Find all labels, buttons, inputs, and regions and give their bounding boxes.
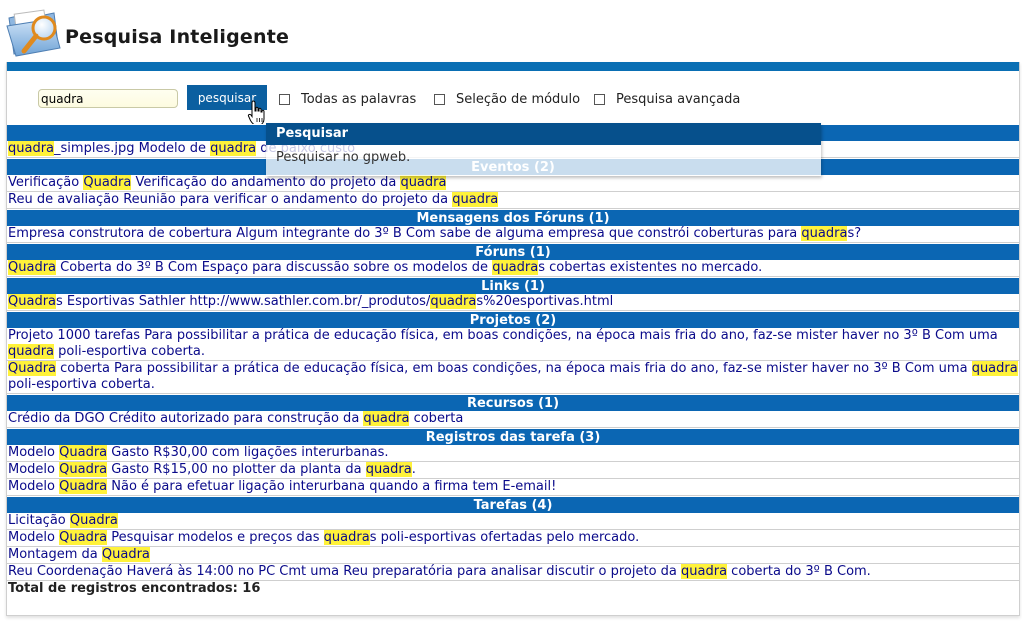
option-all-words-label: Todas as palavras — [301, 91, 417, 107]
result-row[interactable]: Projeto 1000 tarefas Para possibilitar a… — [7, 328, 1019, 361]
result-text: Reu de avaliação Reunião para verificar … — [8, 192, 453, 207]
checkbox-module-selection[interactable] — [434, 93, 445, 105]
page-header: Pesquisa Inteligente — [0, 0, 1022, 62]
result-text: s Esportivas Sathler http://www.sathler.… — [56, 294, 431, 309]
section-header: Links (1) — [7, 277, 1019, 294]
result-text: Gasto R$15,00 no plotter da planta da — [107, 462, 366, 477]
result-text: Verificação — [8, 175, 84, 190]
result-text: Modelo — [8, 530, 60, 545]
section-header: Mensagens dos Fóruns (1) — [7, 209, 1019, 226]
result-row[interactable]: Modelo Quadra Não é para efetuar ligação… — [7, 479, 1019, 496]
result-text: s poli-esportivas ofertadas pelo mercado… — [369, 530, 640, 545]
result-text: Modelo — [8, 462, 60, 477]
result-row[interactable]: Modelo Quadra Gasto R$30,00 com ligações… — [7, 445, 1019, 462]
search-input[interactable] — [38, 89, 178, 108]
highlighted-term: quadra — [365, 462, 412, 477]
result-text: Reu Coordenação Haverá às 14:00 no PC Cm… — [8, 564, 682, 579]
result-row[interactable]: Licitação Quadra — [7, 513, 1019, 530]
search-tooltip: Pesquisar Pesquisar no gpweb. — [266, 123, 821, 176]
highlighted-term: quadra — [363, 411, 410, 426]
result-row[interactable]: Reu Coordenação Haverá às 14:00 no PC Cm… — [7, 564, 1019, 581]
result-row[interactable]: Crédio da DGO Crédito autorizado para co… — [7, 411, 1019, 428]
highlighted-term: Quadra — [59, 530, 108, 545]
panel-top-bar — [7, 62, 1019, 71]
search-bar: pesquisar Todas as palavras Seleção de m… — [7, 71, 1019, 126]
result-text: coberta — [409, 411, 464, 426]
section-header: Fóruns (1) — [7, 243, 1019, 260]
highlighted-term: Quadra — [69, 513, 118, 528]
result-text: Não é para efetuar ligação interurbana q… — [107, 479, 557, 494]
tooltip-title: Pesquisar — [266, 123, 821, 145]
highlighted-term: quadra — [8, 141, 55, 156]
highlighted-term: Quadra — [8, 260, 57, 275]
highlighted-term: Quadra — [59, 462, 108, 477]
result-row[interactable]: Reu de avaliação Reunião para verificar … — [7, 192, 1019, 209]
checkbox-advanced-search[interactable] — [594, 93, 605, 105]
result-row[interactable]: Quadras Esportivas Sathler http://www.sa… — [7, 294, 1019, 311]
result-text: coberta do 3º B Com. — [727, 564, 871, 579]
result-text: Montagem da — [8, 547, 102, 562]
result-row[interactable]: Modelo Quadra Gasto R$15,00 no plotter d… — [7, 462, 1019, 479]
result-text: coberta Para possibilitar a prática de e… — [56, 361, 972, 376]
result-row[interactable]: Quadra Coberta do 3º B Com Espaço para d… — [7, 260, 1019, 277]
highlighted-term: quadra — [452, 192, 499, 207]
result-text: Pesquisar modelos e preços das — [107, 530, 324, 545]
section-header: Recursos (1) — [7, 394, 1019, 411]
option-advanced-search[interactable]: Pesquisa avançada — [594, 91, 740, 107]
result-text: s%20esportivas.html — [476, 294, 614, 309]
result-text: . — [411, 462, 416, 477]
highlighted-term: quadra — [323, 530, 370, 545]
total-count: Total de registros encontrados: 16 — [8, 581, 261, 596]
result-text: Verificação do andamento do projeto da — [131, 175, 401, 190]
highlighted-term: quadra — [681, 564, 728, 579]
result-row[interactable]: Verificação Quadra Verificação do andame… — [7, 175, 1019, 192]
section-header: Registros das tarefa (3) — [7, 428, 1019, 445]
section-header: Projetos (2) — [7, 311, 1019, 328]
highlighted-term: Quadra — [59, 479, 108, 494]
result-text: poli-esportiva coberta. — [54, 344, 205, 359]
section-header: Tarefas (4) — [7, 496, 1019, 513]
result-text: Gasto R$30,00 com ligações interurbanas. — [107, 445, 389, 460]
result-text: _simples.jpg Modelo de — [54, 141, 211, 156]
highlighted-term: quadra — [492, 260, 539, 275]
folder-search-icon — [6, 9, 61, 57]
page-title: Pesquisa Inteligente — [65, 26, 290, 48]
result-text: Modelo — [8, 479, 60, 494]
highlighted-term: quadra — [210, 141, 257, 156]
result-row[interactable]: Modelo Quadra Pesquisar modelos e preços… — [7, 530, 1019, 547]
results-list: Arquivos (1)quadra_simples.jpg Modelo de… — [7, 124, 1019, 597]
highlighted-term: Quadra — [8, 294, 57, 309]
option-module-selection[interactable]: Seleção de módulo — [434, 91, 580, 107]
result-row[interactable]: Empresa construtora de cobertura Algum i… — [7, 226, 1019, 243]
option-advanced-search-label: Pesquisa avançada — [616, 91, 741, 107]
result-text: poli-esportiva coberta. — [8, 377, 155, 392]
tooltip-text: Pesquisar no gpweb. — [266, 145, 821, 176]
result-text: Licitação — [8, 513, 70, 528]
highlighted-term: quadra — [430, 294, 477, 309]
highlighted-term: quadra — [801, 226, 848, 241]
result-row[interactable]: Montagem da Quadra — [7, 547, 1019, 564]
result-text: s? — [847, 226, 862, 241]
checkbox-all-words[interactable] — [279, 93, 290, 105]
option-all-words[interactable]: Todas as palavras — [279, 91, 416, 107]
highlighted-term: quadra — [971, 361, 1018, 376]
result-row[interactable]: Quadra coberta Para possibilitar a práti… — [7, 361, 1019, 394]
result-text: Empresa construtora de cobertura Algum i… — [8, 226, 802, 241]
highlighted-term: Quadra — [83, 175, 132, 190]
result-text: Modelo — [8, 445, 60, 460]
highlighted-term: quadra — [400, 175, 447, 190]
result-text: Crédio da DGO Crédito autorizado para co… — [8, 411, 364, 426]
result-text: Coberta do 3º B Com Espaço para discussã… — [56, 260, 493, 275]
highlighted-term: Quadra — [101, 547, 150, 562]
highlighted-term: quadra — [8, 344, 55, 359]
option-module-selection-label: Seleção de módulo — [456, 91, 581, 107]
result-text: s cobertas existentes no mercado. — [538, 260, 763, 275]
hand-pointer-icon — [247, 100, 265, 126]
result-text: Projeto 1000 tarefas Para possibilitar a… — [8, 328, 998, 343]
highlighted-term: Quadra — [59, 445, 108, 460]
highlighted-term: Quadra — [8, 361, 57, 376]
